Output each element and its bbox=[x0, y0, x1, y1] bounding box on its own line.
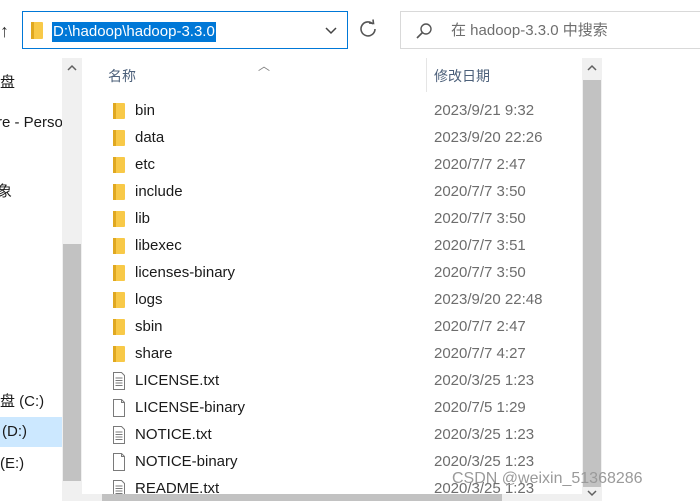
text-file-icon bbox=[112, 426, 126, 444]
file-list-scrollbar-thumb[interactable] bbox=[583, 80, 601, 487]
refresh-icon[interactable] bbox=[357, 18, 379, 40]
nav-item-drive[interactable]: 盘 bbox=[0, 73, 15, 93]
sort-ascending-icon: ︿ bbox=[258, 59, 271, 73]
file-date-modified: 2020/7/7 3:50 bbox=[434, 264, 526, 281]
file-name[interactable]: bin bbox=[135, 101, 155, 121]
up-arrow-icon[interactable]: ↑ bbox=[0, 18, 14, 44]
scroll-up-arrow-icon[interactable] bbox=[587, 64, 597, 72]
nav-item-drive-d-label: (D:) bbox=[2, 423, 27, 440]
file-date-modified: 2023/9/20 22:26 bbox=[434, 129, 543, 146]
nav-item-onedrive[interactable]: re - Perso bbox=[0, 113, 62, 133]
scroll-down-arrow-icon[interactable] bbox=[587, 489, 597, 497]
file-date-modified: 2020/3/25 1:23 bbox=[434, 453, 535, 470]
address-path[interactable]: D:\hadoop\hadoop-3.3.0 bbox=[52, 22, 216, 42]
horizontal-scrollbar[interactable] bbox=[82, 494, 582, 501]
file-name[interactable]: logs bbox=[135, 290, 163, 310]
nav-scrollbar-thumb[interactable] bbox=[63, 244, 81, 481]
search-icon bbox=[416, 23, 432, 39]
file-row[interactable]: libexec 2020/7/7 3:51 bbox=[82, 233, 582, 260]
address-toolbar: ↑ D:\hadoop\hadoop-3.3.0 在 hadoop-3.3.0 … bbox=[0, 0, 700, 58]
file-date-modified: 2020/7/7 3:51 bbox=[434, 237, 526, 254]
file-name[interactable]: LICENSE-binary bbox=[135, 398, 245, 418]
folder-icon bbox=[112, 102, 126, 120]
file-date-modified: 2020/7/7 3:50 bbox=[434, 183, 526, 200]
file-row[interactable]: NOTICE.txt 2020/3/25 1:23 bbox=[82, 422, 582, 449]
file-name[interactable]: sbin bbox=[135, 317, 163, 337]
file-date-modified: 2020/7/7 4:27 bbox=[434, 345, 526, 362]
file-row[interactable]: include 2020/7/7 3:50 bbox=[82, 179, 582, 206]
file-name[interactable]: data bbox=[135, 128, 164, 148]
file-icon bbox=[112, 453, 126, 471]
horizontal-scrollbar-thumb[interactable] bbox=[102, 494, 502, 501]
file-row[interactable]: logs 2023/9/20 22:48 bbox=[82, 287, 582, 314]
file-row[interactable]: licenses-binary 2020/7/7 3:50 bbox=[82, 260, 582, 287]
folder-icon bbox=[112, 210, 126, 228]
file-row[interactable]: share 2020/7/7 4:27 bbox=[82, 341, 582, 368]
file-row[interactable]: etc 2020/7/7 2:47 bbox=[82, 152, 582, 179]
file-name[interactable]: share bbox=[135, 344, 173, 364]
file-row[interactable]: data 2023/9/20 22:26 bbox=[82, 125, 582, 152]
file-name[interactable]: etc bbox=[135, 155, 155, 175]
file-date-modified: 2020/3/25 1:23 bbox=[434, 372, 535, 389]
search-placeholder: 在 hadoop-3.3.0 中搜索 bbox=[451, 22, 608, 39]
folder-icon bbox=[112, 156, 126, 174]
column-name[interactable]: 名称 bbox=[108, 66, 136, 86]
column-separator[interactable] bbox=[426, 58, 427, 92]
file-icon bbox=[112, 399, 126, 417]
file-list: 名称 ︿ 修改日期 bin 2023/9/21 9:32 data 2023/9/20… bbox=[82, 58, 582, 501]
file-date-modified: 2020/7/7 2:47 bbox=[434, 156, 526, 173]
file-date-modified: 2023/9/21 9:32 bbox=[434, 102, 535, 119]
folder-icon bbox=[112, 345, 126, 363]
nav-item-drive-e[interactable]: (E:) bbox=[0, 454, 24, 474]
text-file-icon bbox=[112, 372, 126, 390]
nav-item-drive-d[interactable]: (D:) bbox=[0, 417, 62, 447]
file-date-modified: 2023/9/20 22:48 bbox=[434, 291, 543, 308]
folder-icon bbox=[31, 22, 43, 39]
file-row[interactable]: LICENSE.txt 2020/3/25 1:23 bbox=[82, 368, 582, 395]
file-row[interactable]: bin 2023/9/21 9:32 bbox=[82, 98, 582, 125]
file-date-modified: 2020/7/7 2:47 bbox=[434, 318, 526, 335]
scroll-up-arrow-icon[interactable] bbox=[67, 64, 77, 72]
file-date-modified: 2020/7/7 3:50 bbox=[434, 210, 526, 227]
file-name[interactable]: NOTICE.txt bbox=[135, 425, 212, 445]
folder-icon bbox=[112, 264, 126, 282]
nav-scrollbar[interactable] bbox=[62, 58, 82, 501]
navigation-pane: 盘 re - Perso 象 盘 (C:) (D:) (E:) bbox=[0, 58, 62, 501]
column-date-modified[interactable]: 修改日期 bbox=[434, 66, 490, 86]
file-row[interactable]: lib 2020/7/7 3:50 bbox=[82, 206, 582, 233]
file-list-scrollbar[interactable] bbox=[582, 58, 602, 501]
folder-icon bbox=[112, 237, 126, 255]
folder-icon bbox=[112, 183, 126, 201]
nav-item-drive-c[interactable]: 盘 (C:) bbox=[0, 392, 44, 412]
file-row[interactable]: LICENSE-binary 2020/7/5 1:29 bbox=[82, 395, 582, 422]
file-name[interactable]: NOTICE-binary bbox=[135, 452, 238, 472]
file-name[interactable]: libexec bbox=[135, 236, 182, 256]
search-box[interactable]: 在 hadoop-3.3.0 中搜索 bbox=[400, 11, 700, 49]
chevron-down-icon[interactable] bbox=[323, 22, 339, 38]
file-name[interactable]: licenses-binary bbox=[135, 263, 235, 283]
file-date-modified: 2020/7/5 1:29 bbox=[434, 399, 526, 416]
nav-item-pictures[interactable]: 象 bbox=[0, 182, 12, 202]
address-bar[interactable]: D:\hadoop\hadoop-3.3.0 bbox=[22, 11, 348, 49]
file-name[interactable]: LICENSE.txt bbox=[135, 371, 219, 391]
file-date-modified: 2020/3/25 1:23 bbox=[434, 426, 535, 443]
folder-icon bbox=[112, 129, 126, 147]
file-name[interactable]: lib bbox=[135, 209, 150, 229]
folder-icon bbox=[112, 291, 126, 309]
file-row[interactable]: sbin 2020/7/7 2:47 bbox=[82, 314, 582, 341]
watermark: CSDN @weixin_51368286 bbox=[452, 470, 643, 487]
column-header: 名称 ︿ 修改日期 bbox=[82, 58, 582, 92]
file-name[interactable]: include bbox=[135, 182, 183, 202]
folder-icon bbox=[112, 318, 126, 336]
